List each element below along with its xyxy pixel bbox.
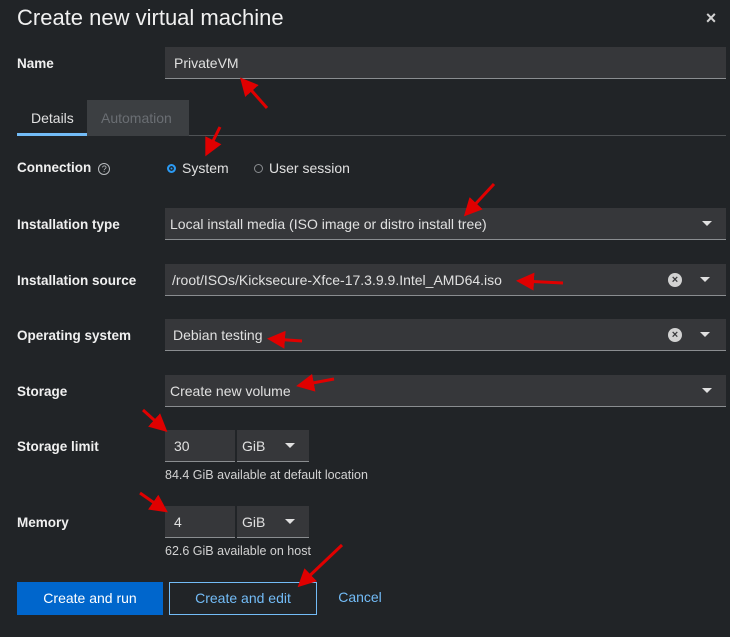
installation-source-value: /root/ISOs/Kicksecure-Xfce-17.3.9.9.Inte…: [172, 272, 502, 288]
chevron-down-icon[interactable]: [285, 519, 295, 524]
connection-label: Connection?: [17, 160, 111, 175]
installation-source-label: Installation source: [17, 273, 137, 288]
operating-system-input[interactable]: Debian testing ×: [165, 319, 726, 351]
storage-limit-label: Storage limit: [17, 439, 99, 454]
chevron-down-icon[interactable]: [285, 443, 295, 448]
installation-source-input[interactable]: /root/ISOs/Kicksecure-Xfce-17.3.9.9.Inte…: [165, 264, 726, 296]
storage-unit-select[interactable]: GiB: [237, 430, 309, 462]
dialog-title: Create new virtual machine: [17, 5, 284, 30]
clear-icon[interactable]: ×: [668, 328, 682, 342]
tab-bar: Details Automation: [17, 100, 726, 136]
storage-unit-value: GiB: [242, 438, 266, 454]
create-and-run-button[interactable]: Create and run: [17, 582, 163, 615]
memory-input[interactable]: 4: [165, 506, 235, 538]
storage-select[interactable]: Create new volume: [165, 375, 726, 407]
help-icon[interactable]: ?: [98, 163, 111, 175]
close-icon[interactable]: ×: [704, 9, 718, 27]
operating-system-label: Operating system: [17, 328, 132, 343]
clear-icon[interactable]: ×: [668, 273, 682, 287]
create-and-edit-button[interactable]: Create and edit: [169, 582, 317, 615]
installation-type-label: Installation type: [17, 217, 120, 232]
chevron-down-icon[interactable]: [702, 388, 712, 393]
radio-unchecked-icon[interactable]: [254, 164, 263, 173]
radio-user-session-label: User session: [269, 160, 350, 176]
name-label: Name: [17, 56, 54, 71]
storage-limit-input[interactable]: 30: [165, 430, 235, 462]
storage-label: Storage: [17, 384, 68, 399]
operating-system-value: Debian testing: [173, 327, 263, 343]
radio-system[interactable]: System: [167, 160, 229, 176]
memory-unit-select[interactable]: GiB: [237, 506, 309, 538]
radio-checked-icon[interactable]: [167, 164, 176, 173]
memory-label: Memory: [17, 515, 69, 530]
annotation-arrow: [139, 491, 168, 513]
radio-system-label: System: [182, 160, 229, 176]
radio-user-session[interactable]: User session: [254, 160, 350, 176]
memory-helper-text: 62.6 GiB available on host: [165, 544, 311, 558]
installation-type-select[interactable]: Local install media (ISO image or distro…: [165, 208, 726, 240]
memory-unit-value: GiB: [242, 514, 266, 530]
connection-label-text: Connection: [17, 160, 92, 175]
storage-helper-text: 84.4 GiB available at default location: [165, 468, 368, 482]
name-input[interactable]: PrivateVM: [165, 47, 726, 79]
chevron-down-icon[interactable]: [700, 332, 710, 337]
annotation-arrow: [141, 408, 168, 433]
cancel-button[interactable]: Cancel: [330, 582, 390, 615]
storage-value: Create new volume: [170, 383, 291, 399]
chevron-down-icon[interactable]: [702, 221, 712, 226]
tab-automation[interactable]: Automation: [87, 100, 189, 136]
tab-details[interactable]: Details: [17, 100, 87, 136]
chevron-down-icon[interactable]: [700, 277, 710, 282]
installation-type-value: Local install media (ISO image or distro…: [170, 216, 487, 232]
